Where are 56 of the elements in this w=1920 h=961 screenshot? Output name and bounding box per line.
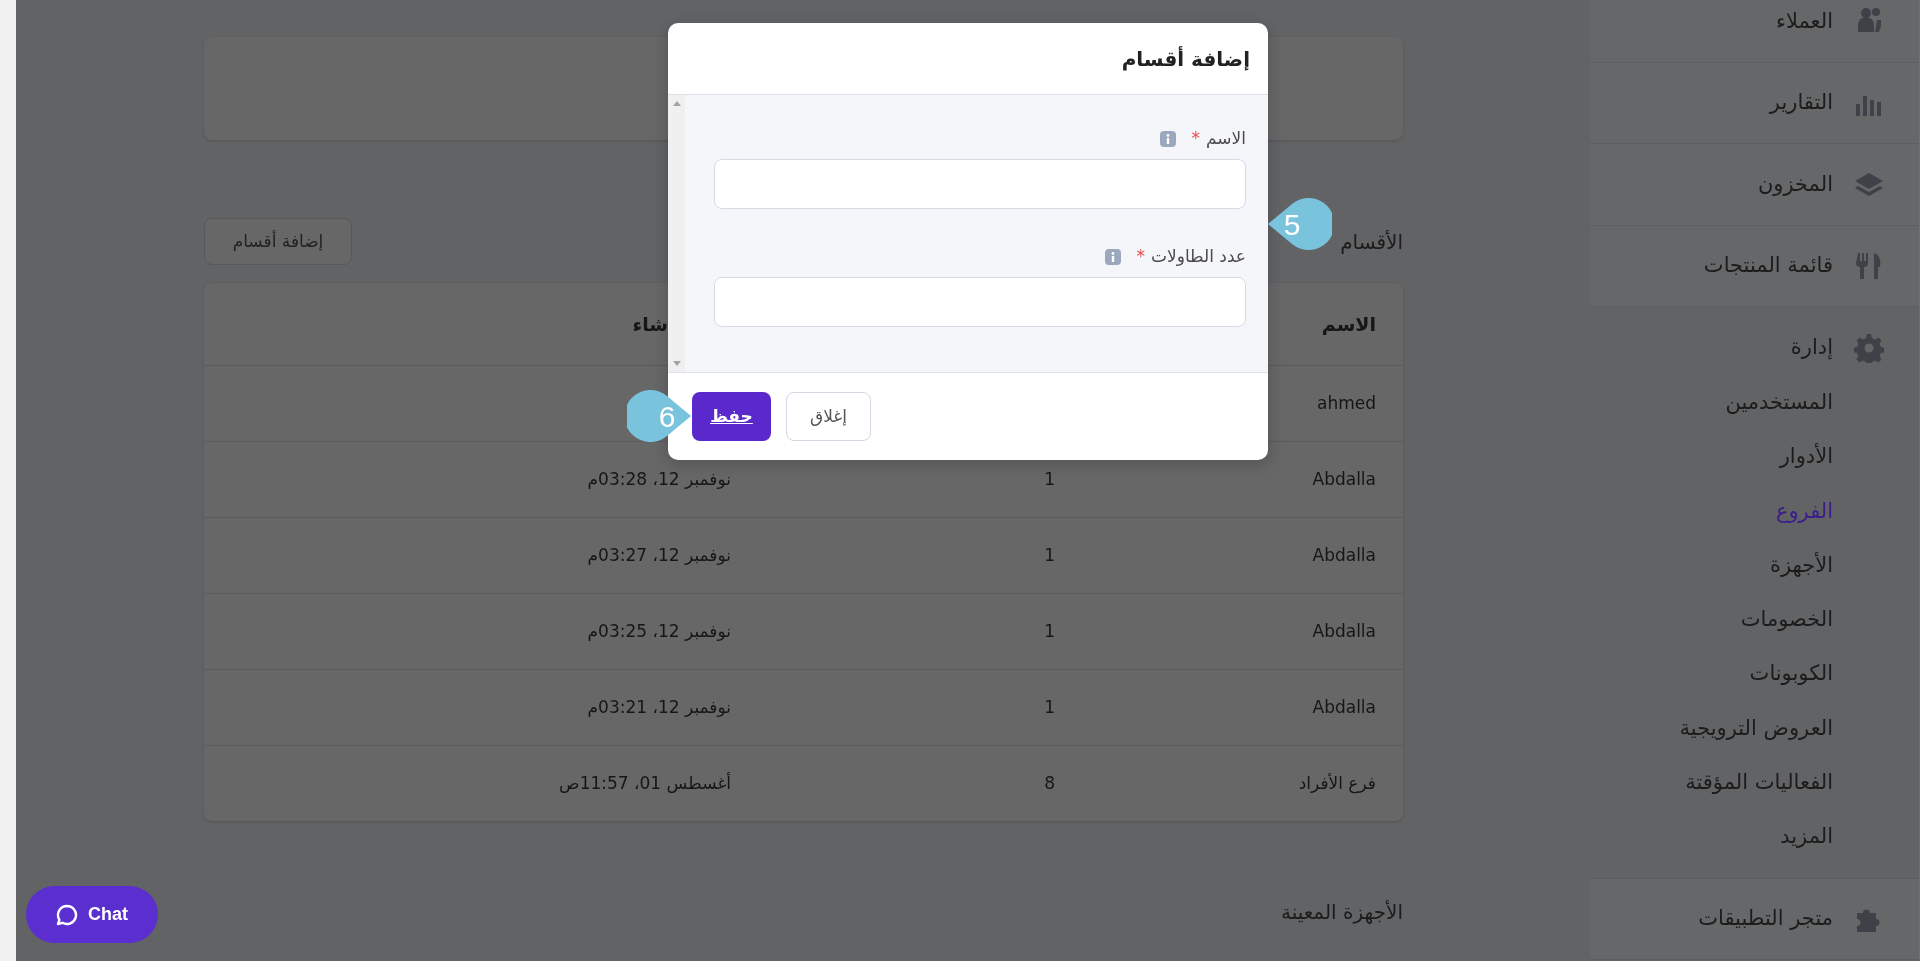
- table-cell: أغسطس 01، 11:57ص: [559, 772, 731, 793]
- column-header: الاسم: [1321, 312, 1376, 335]
- field-label: الاسم: [1206, 127, 1246, 151]
- table-cell: Abdalla: [1312, 544, 1376, 565]
- section-heading: الأقسام: [1340, 228, 1403, 256]
- table-cell: Abdalla: [1312, 468, 1376, 489]
- sidebar-item[interactable]: متجر التطبيقات: [1590, 878, 1919, 961]
- gear-icon: [1854, 333, 1884, 363]
- sidebar-subitem[interactable]: العروض الترويجية: [1590, 700, 1919, 756]
- table-cell: 8: [1044, 772, 1055, 793]
- sidebar-item[interactable]: قائمة المنتجات: [1590, 225, 1919, 307]
- add-sections-button[interactable]: إضافة أقسام: [204, 218, 352, 265]
- table-cell: 1: [1044, 544, 1055, 565]
- info-icon[interactable]: [1159, 131, 1176, 147]
- scroll-up-arrow-icon[interactable]: [672, 101, 681, 106]
- step-callout: 6: [627, 388, 691, 444]
- table-cell: نوفمبر 12، 03:25م: [587, 620, 731, 641]
- table-cell: Abdalla: [1312, 696, 1376, 717]
- sidebar-subitem[interactable]: الأدوار: [1590, 429, 1919, 484]
- table-cell: نوفمبر 12، 03:21م: [587, 696, 731, 717]
- scrollbar[interactable]: [668, 95, 685, 372]
- info-icon[interactable]: [1104, 249, 1121, 265]
- scroll-down-arrow-icon[interactable]: [672, 361, 681, 366]
- table-cell: 1: [1044, 696, 1055, 717]
- table-cell: نوفمبر 12، 03:27م: [587, 544, 731, 565]
- sidebar-group-header[interactable]: إدارة: [1590, 327, 1919, 369]
- table-cell: Abdalla: [1312, 620, 1376, 641]
- input-field[interactable]: [714, 277, 1246, 327]
- sidebar-subitem[interactable]: المستخدمين: [1590, 375, 1919, 430]
- step-callout: 5: [1268, 196, 1332, 252]
- chat-bubble-icon: [56, 903, 78, 926]
- table-cell: فرع الأفراد: [1298, 772, 1376, 793]
- input-field[interactable]: [714, 159, 1246, 209]
- field-label: عدد الطاولات: [1151, 245, 1246, 269]
- chat-button[interactable]: Chat: [26, 886, 158, 943]
- sidebar-item[interactable]: المخزون: [1590, 144, 1919, 226]
- table-cell: نوفمبر 12، 03:28م: [587, 468, 731, 489]
- section-heading: الأجهزة المعينة: [1279, 899, 1403, 926]
- scrollbar[interactable]: [0, 0, 16, 961]
- save-button[interactable]: حفظ: [692, 392, 771, 441]
- required-mark: *: [1191, 127, 1200, 151]
- close-button[interactable]: إغلاق: [786, 392, 871, 441]
- column-header: شاء: [632, 312, 668, 335]
- sidebar-item[interactable]: العملاء: [1590, 0, 1919, 63]
- modal-title: إضافة أقسام: [1121, 46, 1250, 71]
- required-mark: *: [1136, 245, 1145, 269]
- table-cell: 1: [1044, 468, 1055, 489]
- sidebar-subitem[interactable]: الأجهزة: [1590, 537, 1919, 593]
- table-cell: ahmed: [1317, 392, 1376, 413]
- table-cell: 1: [1044, 620, 1055, 641]
- sidebar-subitem[interactable]: الكوبونات: [1590, 646, 1919, 701]
- sidebar-subitem[interactable]: الفعاليات المؤقتة: [1590, 755, 1919, 810]
- sidebar-subitem[interactable]: الفروع: [1590, 483, 1919, 538]
- sidebar-subitem[interactable]: الخصومات: [1590, 592, 1919, 647]
- sidebar-subitem[interactable]: المزيد: [1590, 809, 1919, 864]
- sidebar-item[interactable]: التقارير: [1590, 62, 1919, 144]
